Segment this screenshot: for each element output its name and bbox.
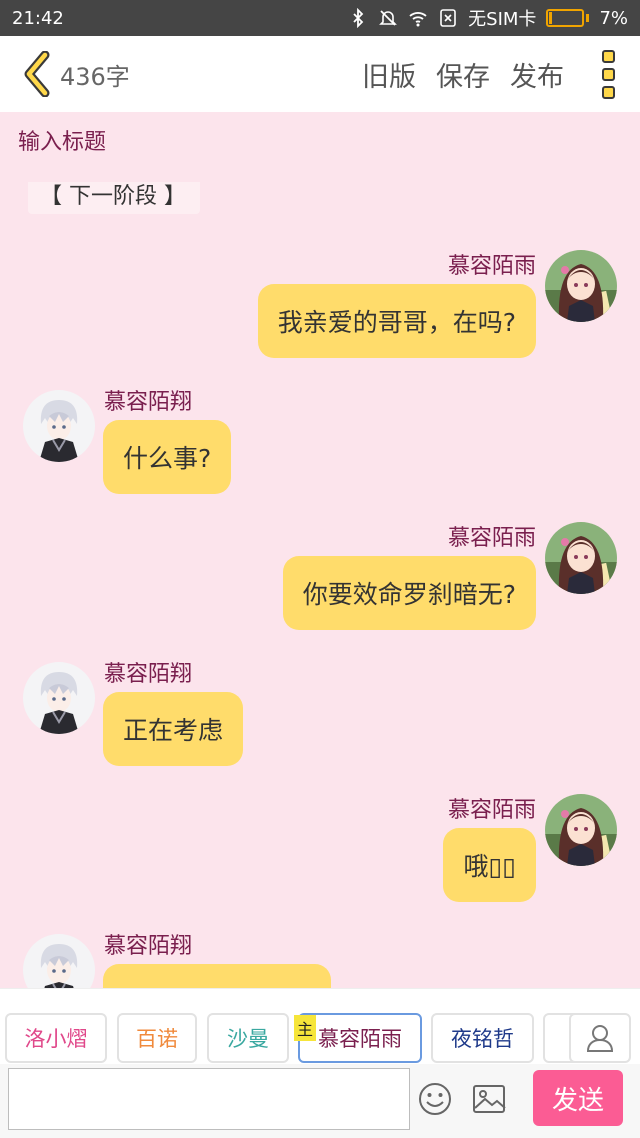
sim-missing-icon bbox=[440, 9, 456, 27]
user-icon bbox=[586, 1025, 614, 1052]
message-bubble[interactable]: 你要效命罗刹暗无? bbox=[282, 556, 536, 630]
sender-name: 慕容陌翔 bbox=[104, 390, 193, 415]
add-character-button[interactable] bbox=[569, 1013, 631, 1063]
message-input[interactable] bbox=[8, 1068, 410, 1130]
more-dot-icon bbox=[601, 67, 615, 81]
image-icon[interactable] bbox=[472, 1084, 506, 1114]
character-bar: 洛小熠 百诺 沙曼 慕容陌雨 夜铭哲 主 bbox=[0, 988, 640, 1064]
wifi-icon bbox=[409, 12, 427, 27]
mute-icon bbox=[379, 10, 398, 26]
more-menu-button[interactable] bbox=[588, 44, 628, 104]
avatar[interactable] bbox=[545, 522, 617, 594]
title-input[interactable] bbox=[18, 130, 418, 155]
sender-name: 慕容陌翔 bbox=[104, 934, 193, 959]
host-badge: 主 bbox=[294, 1015, 316, 1041]
bluetooth-icon bbox=[353, 8, 364, 28]
character-chip[interactable]: 慕容陌雨 bbox=[298, 1013, 422, 1063]
avatar-boy-icon bbox=[23, 390, 95, 462]
more-dot-icon bbox=[601, 49, 615, 63]
editor-toolbar: 436字 旧版 保存 发布 bbox=[0, 36, 640, 112]
chat-area[interactable]: 【 下一阶段 】 慕容陌雨 我亲爱的哥哥，在吗? 慕容陌翔 什么事? 慕容陌雨 你要效命罗… bbox=[0, 182, 640, 988]
message-outgoing[interactable]: 慕容陌雨我亲爱的哥哥，在吗? bbox=[0, 250, 640, 380]
publish-button[interactable]: 发布 bbox=[510, 55, 564, 94]
status-time: 21:42 bbox=[12, 7, 64, 29]
avatar[interactable] bbox=[545, 794, 617, 866]
chevron-left-icon bbox=[24, 51, 50, 97]
message-incoming[interactable]: 慕容陌翔 bbox=[0, 930, 640, 988]
avatar-girl-icon bbox=[545, 794, 617, 866]
message-outgoing[interactable]: 慕容陌雨你要效命罗刹暗无? bbox=[0, 522, 640, 652]
battery-percent: 7% bbox=[599, 7, 628, 29]
title-bar bbox=[0, 112, 640, 182]
message-outgoing[interactable]: 慕容陌雨哦▯▯ bbox=[0, 794, 640, 924]
stage-divider-chip[interactable]: 【 下一阶段 】 bbox=[28, 182, 200, 214]
avatar-girl-icon bbox=[545, 522, 617, 594]
avatar-girl-icon bbox=[545, 250, 617, 322]
send-button[interactable]: 发送 bbox=[533, 1070, 623, 1126]
message-incoming[interactable]: 慕容陌翔 正在考虑 bbox=[0, 658, 640, 788]
sender-name: 慕容陌雨 bbox=[447, 526, 536, 551]
sim-status: 无SIM卡 bbox=[468, 9, 537, 30]
character-chip[interactable]: 夜铭哲 bbox=[431, 1013, 534, 1063]
avatar-boy-icon bbox=[23, 934, 95, 988]
back-button[interactable] bbox=[14, 44, 58, 104]
avatar[interactable] bbox=[23, 390, 95, 462]
character-chip[interactable]: 沙曼 bbox=[207, 1013, 289, 1063]
avatar[interactable] bbox=[545, 250, 617, 322]
stage-divider-label: 【 下一阶段 】 bbox=[40, 184, 186, 209]
character-chip[interactable]: 洛小熠 bbox=[5, 1013, 107, 1063]
character-chip[interactable]: 百诺 bbox=[117, 1013, 197, 1063]
message-bubble[interactable]: 我亲爱的哥哥，在吗? bbox=[257, 284, 536, 358]
sender-name: 慕容陌雨 bbox=[447, 254, 536, 279]
avatar[interactable] bbox=[23, 662, 95, 734]
more-dot-icon bbox=[601, 85, 615, 99]
battery-icon bbox=[546, 9, 590, 27]
sender-name: 慕容陌雨 bbox=[447, 798, 536, 823]
save-button[interactable]: 保存 bbox=[436, 55, 490, 94]
message-bubble[interactable] bbox=[103, 964, 331, 988]
sender-name: 慕容陌翔 bbox=[104, 662, 193, 687]
avatar[interactable] bbox=[23, 934, 95, 988]
message-bubble[interactable]: 哦▯▯ bbox=[443, 828, 536, 902]
message-incoming[interactable]: 慕容陌翔什么事? bbox=[0, 386, 640, 516]
old-version-button[interactable]: 旧版 bbox=[362, 55, 416, 94]
message-bubble[interactable]: 正在考虑 bbox=[103, 692, 244, 766]
avatar-boy-icon bbox=[23, 662, 95, 734]
emoji-icon[interactable] bbox=[418, 1082, 452, 1116]
status-bar: 21:42 无SIM卡 7% bbox=[0, 0, 640, 36]
input-bar: 发送 bbox=[0, 1064, 640, 1138]
message-bubble[interactable]: 什么事? bbox=[103, 420, 232, 494]
word-count: 436字 bbox=[60, 62, 130, 91]
